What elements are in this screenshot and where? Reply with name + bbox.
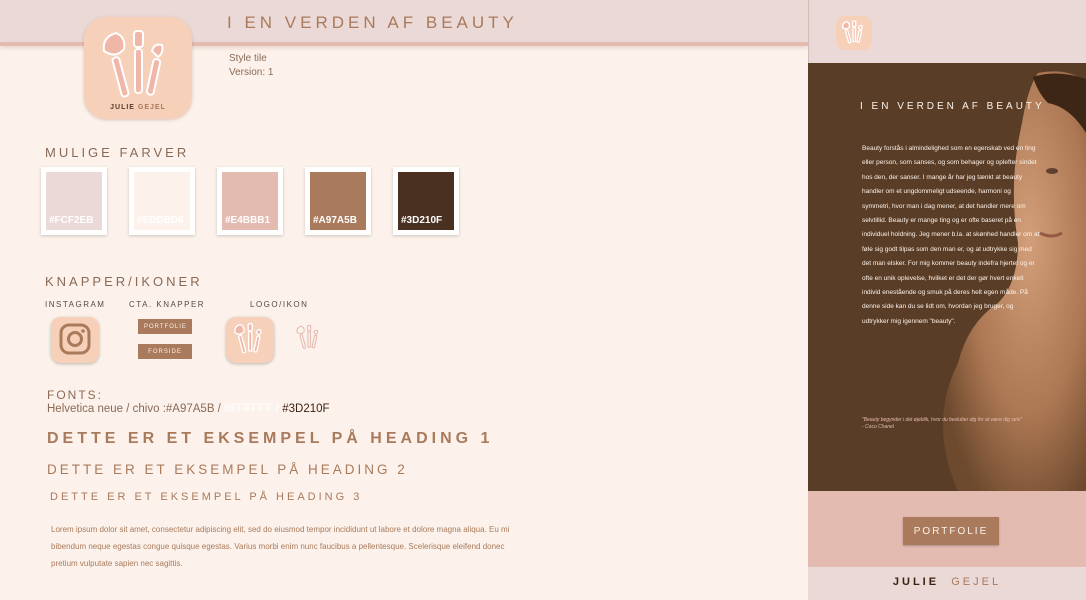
logo-text: JULIE GEJEL <box>110 104 166 111</box>
hero-section: I EN VERDEN AF BEAUTY Beauty forstås i a… <box>808 63 1086 491</box>
buttons-heading: KNAPPER/IKONER <box>45 274 203 289</box>
swatch-hex: #A97A5B <box>313 215 357 226</box>
heading-3-sample: DETTE ER ET EKSEMPEL PÅ HEADING 3 <box>50 491 363 503</box>
preview-footer: JULIE GEJEL <box>808 567 1086 600</box>
hero-body-text: Beauty forstås i almindelighed som en eg… <box>862 145 1040 325</box>
white-hex: #FFFFFF <box>224 403 273 415</box>
makeup-brushes-icon <box>234 323 262 354</box>
color-swatch: #A97A5B <box>305 167 371 235</box>
dark-hex: #3D210F <box>282 403 330 415</box>
logo-icon-plain <box>290 318 328 362</box>
instagram-glyph-icon <box>59 323 91 355</box>
swatch-hex: #3D210F <box>401 215 443 226</box>
page-title: I EN VERDEN AF BEAUTY <box>227 13 518 32</box>
version-label: Version: 1 <box>229 67 274 78</box>
brand-logo: JULIE GEJEL <box>84 17 192 119</box>
swatch-hex: #FCF2EB <box>49 215 94 226</box>
logo-icon-label: LOGO/IKON <box>250 300 309 309</box>
color-swatch: #EDDBD6 <box>129 167 195 235</box>
swatch-hex: #EDDBD6 <box>137 215 184 226</box>
instagram-icon[interactable] <box>51 317 99 363</box>
color-swatch: #FCF2EB <box>41 167 107 235</box>
cta-forside-button[interactable]: FORSIDE <box>138 344 192 359</box>
colors-heading: MULIGE FARVER <box>45 145 190 160</box>
style-tile-label: Style tile <box>229 53 267 64</box>
makeup-brushes-icon <box>102 30 164 98</box>
cta-label: CTA. KNAPPER <box>129 300 206 309</box>
style-tile-panel: I EN VERDEN AF BEAUTY Style tile Version… <box>0 0 808 600</box>
color-swatch: #E4BBB1 <box>217 167 283 235</box>
swatch-hex: #E4BBB1 <box>225 215 271 226</box>
portfolie-button[interactable]: PORTFOLIE <box>903 517 999 545</box>
tile-meta: Style tile Version: 1 <box>229 52 273 80</box>
instagram-label: INSTAGRAM <box>45 300 106 309</box>
fonts-description: Helvetica neue / chivo :#A97A5B / #FFFFF… <box>47 403 330 415</box>
color-swatch: #3D210F <box>393 167 459 235</box>
hero-title: I EN VERDEN AF BEAUTY <box>860 101 1045 112</box>
footer-brand: JULIE GEJEL <box>892 576 1002 588</box>
fonts-heading: FONTS: <box>47 388 103 402</box>
hero-quote: "Beauty begynder i det øjeblik, hvor du … <box>862 417 1023 430</box>
logo-icon-rounded <box>226 317 274 363</box>
preview-logo[interactable] <box>836 16 872 50</box>
makeup-brushes-icon <box>841 20 863 44</box>
body-text-sample: Lorem ipsum dolor sit amet, consectetur … <box>51 525 510 568</box>
heading-1-sample: DETTE ER ET EKSEMPEL PÅ HEADING 1 <box>47 430 494 447</box>
heading-2-sample: DETTE ER ET EKSEMPEL PÅ HEADING 2 <box>47 462 408 477</box>
makeup-brushes-icon <box>296 324 319 349</box>
cta-portfolie-button[interactable]: PORTFOLIE <box>138 319 192 334</box>
